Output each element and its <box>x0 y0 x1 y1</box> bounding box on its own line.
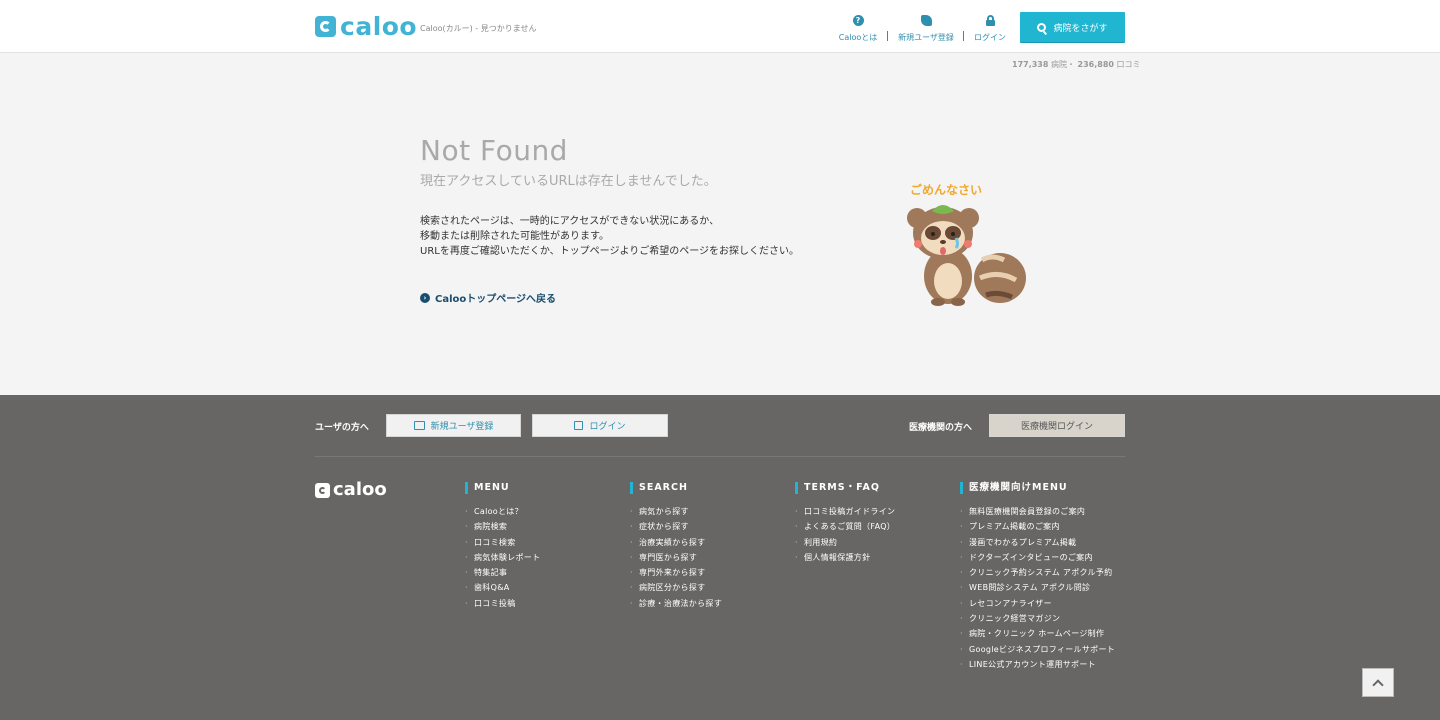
footer-link[interactable]: WEB問診システム アポクル問診 <box>960 580 1115 596</box>
site-footer: ユーザの方へ 新規ユーザ登録 ログイン 医療機関の方へ 医療機関ログイン cal… <box>0 395 1440 720</box>
search-icon <box>1037 22 1047 32</box>
footer-link[interactable]: 専門医から探す <box>630 550 722 566</box>
footer-link[interactable]: Calooとは？ <box>465 504 540 520</box>
footer-link[interactable]: 診療・治療法から探す <box>630 596 722 612</box>
footer-link[interactable]: 病院・クリニック ホームページ制作 <box>960 626 1115 642</box>
footer-link[interactable]: 病気体験レポート <box>465 550 540 566</box>
footer-divider <box>315 456 1125 457</box>
footer-link[interactable]: 漫画でわかるプレミアム掲載 <box>960 535 1115 551</box>
error-description-line: 移動または削除された可能性があります。 <box>420 231 609 242</box>
lock-icon <box>985 15 996 26</box>
footer-column-title: TERMS・FAQ <box>795 482 895 494</box>
mascot-caption: ごめんなさい <box>910 182 982 197</box>
footer-link[interactable]: 歯科Q&A <box>465 580 540 596</box>
footer-column-menu: MENU Calooとは？ 病院検索 口コミ検索 病気体験レポート 特集記事 歯… <box>465 482 540 611</box>
site-header: caloo Caloo(カルー) - 見つかりません ? Calooとは 新規ユ… <box>0 0 1440 53</box>
logo-text: caloo <box>340 12 418 41</box>
scroll-to-top-button[interactable] <box>1362 668 1394 697</box>
footer-link[interactable]: 口コミ投稿ガイドライン <box>795 504 895 520</box>
nav-register-label: 新規ユーザ登録 <box>898 33 954 42</box>
footer-link[interactable]: レセコンアナライザー <box>960 596 1115 612</box>
nav-register[interactable]: 新規ユーザ登録 <box>896 15 956 43</box>
footer-column-title: 医療機関向けMENU <box>960 482 1115 494</box>
footer-register-button[interactable]: 新規ユーザ登録 <box>386 414 521 437</box>
footer-link[interactable]: プレミアム掲載のご案内 <box>960 519 1115 535</box>
page-tagline: Caloo(カルー) - 見つかりません <box>420 24 537 33</box>
nav-about-label: Calooとは <box>838 33 878 42</box>
caloo-logo-mark-icon <box>315 482 330 498</box>
footer-login-label: ログイン <box>589 422 626 432</box>
caloo-logo-mark-icon <box>315 16 336 37</box>
footer-link[interactable]: 利用規約 <box>795 535 895 551</box>
footer-column-medical-menu: 医療機関向けMENU 無料医療機関会員登録のご案内 プレミアム掲載のご案内 漫画… <box>960 482 1115 673</box>
nav-divider <box>963 31 964 41</box>
footer-link[interactable]: 専門外来から探す <box>630 565 722 581</box>
medical-login-label: 医療機関ログイン <box>1020 422 1093 432</box>
tanuki-tail <box>974 253 1026 303</box>
footer-link[interactable]: 個人情報保護方針 <box>795 550 895 566</box>
footer-logo-text: caloo <box>333 479 387 500</box>
footer-column-title: SEARCH <box>630 482 722 494</box>
footer-link[interactable]: 特集記事 <box>465 565 540 581</box>
footer-link[interactable]: 症状から探す <box>630 519 722 535</box>
beginner-leaf-icon <box>920 15 932 26</box>
footer-medical-label: 医療機関の方へ <box>909 423 973 433</box>
tanuki-apology-illustration: ごめんなさい <box>907 182 1026 306</box>
chevron-right-icon: › <box>420 292 430 303</box>
footer-link[interactable]: よくあるご質問（FAQ） <box>795 519 895 535</box>
footer-link[interactable]: 口コミ検索 <box>465 535 540 551</box>
chevron-up-icon <box>1372 678 1384 691</box>
page-subtitle: 現在アクセスしているURLは存在しませんでした。 <box>420 174 717 189</box>
footer-link[interactable]: 病院区分から探す <box>630 580 722 596</box>
footer-register-label: 新規ユーザ登録 <box>430 422 494 432</box>
footer-link[interactable]: LINE公式アカウント運用サポート <box>960 657 1115 673</box>
nav-login-label: ログイン <box>974 33 1006 42</box>
review-count: 236,880 <box>1077 60 1114 69</box>
hospital-count-label: 病院・ <box>1050 60 1075 69</box>
footer-link[interactable]: 治療実績から探す <box>630 535 722 551</box>
error-description-line: 検索されたページは、一時的にアクセスができない状況にあるか、 <box>420 216 720 227</box>
site-stats: 177,338 病院・ 236,880 口コミ <box>1012 59 1141 70</box>
footer-link[interactable]: 病気から探す <box>630 504 722 520</box>
footer-link[interactable]: 口コミ投稿 <box>465 596 540 612</box>
question-icon: ? <box>852 15 864 26</box>
footer-link[interactable]: クリニック経営マガジン <box>960 611 1115 627</box>
caloo-logo[interactable]: caloo <box>315 14 417 39</box>
footer-link[interactable]: 病院検索 <box>465 519 540 535</box>
error-description: 検索されたページは、一時的にアクセスができない状況にあるか、 移動または削除され… <box>420 214 799 259</box>
page-title: Not Found <box>420 134 568 167</box>
review-count-label: 口コミ <box>1116 60 1141 69</box>
footer-link[interactable]: 無料医療機関会員登録のご案内 <box>960 504 1115 520</box>
footer-logo[interactable]: caloo <box>315 481 387 499</box>
footer-column-title: MENU <box>465 482 540 494</box>
find-hospital-button[interactable]: 病院をさがす <box>1020 12 1125 42</box>
find-hospital-label: 病院をさがす <box>1053 23 1108 34</box>
hospital-count: 177,338 <box>1012 60 1049 69</box>
footer-column-search: SEARCH 病気から探す 症状から探す 治療実績から探す 専門医から探す 専門… <box>630 482 722 611</box>
footer-link[interactable]: クリニック予約システム アポクル予約 <box>960 565 1115 581</box>
footer-link[interactable]: Googleビジネスプロフィールサポート <box>960 642 1115 658</box>
footer-user-label: ユーザの方へ <box>315 423 369 433</box>
footer-link[interactable]: ドクターズインタビューのご案内 <box>960 550 1115 566</box>
medical-institution-login-button[interactable]: 医療機関ログイン <box>989 414 1125 437</box>
footer-login-button[interactable]: ログイン <box>532 414 668 437</box>
nav-login[interactable]: ログイン <box>972 15 1008 43</box>
edit-icon <box>413 421 425 430</box>
back-link-label: Calooトップページへ戻る <box>435 294 557 305</box>
footer-column-terms-faq: TERMS・FAQ 口コミ投稿ガイドライン よくあるご質問（FAQ） 利用規約 … <box>795 482 895 565</box>
tanuki-head <box>907 205 979 259</box>
nav-divider <box>887 31 888 41</box>
lock-icon <box>574 421 584 430</box>
error-description-line: URLを再度ご確認いただくか、トップページよりご希望のページをお探しください。 <box>420 246 800 257</box>
nav-about[interactable]: ? Calooとは <box>838 15 878 43</box>
back-to-top-page-link[interactable]: › Calooトップページへ戻る <box>420 290 556 305</box>
